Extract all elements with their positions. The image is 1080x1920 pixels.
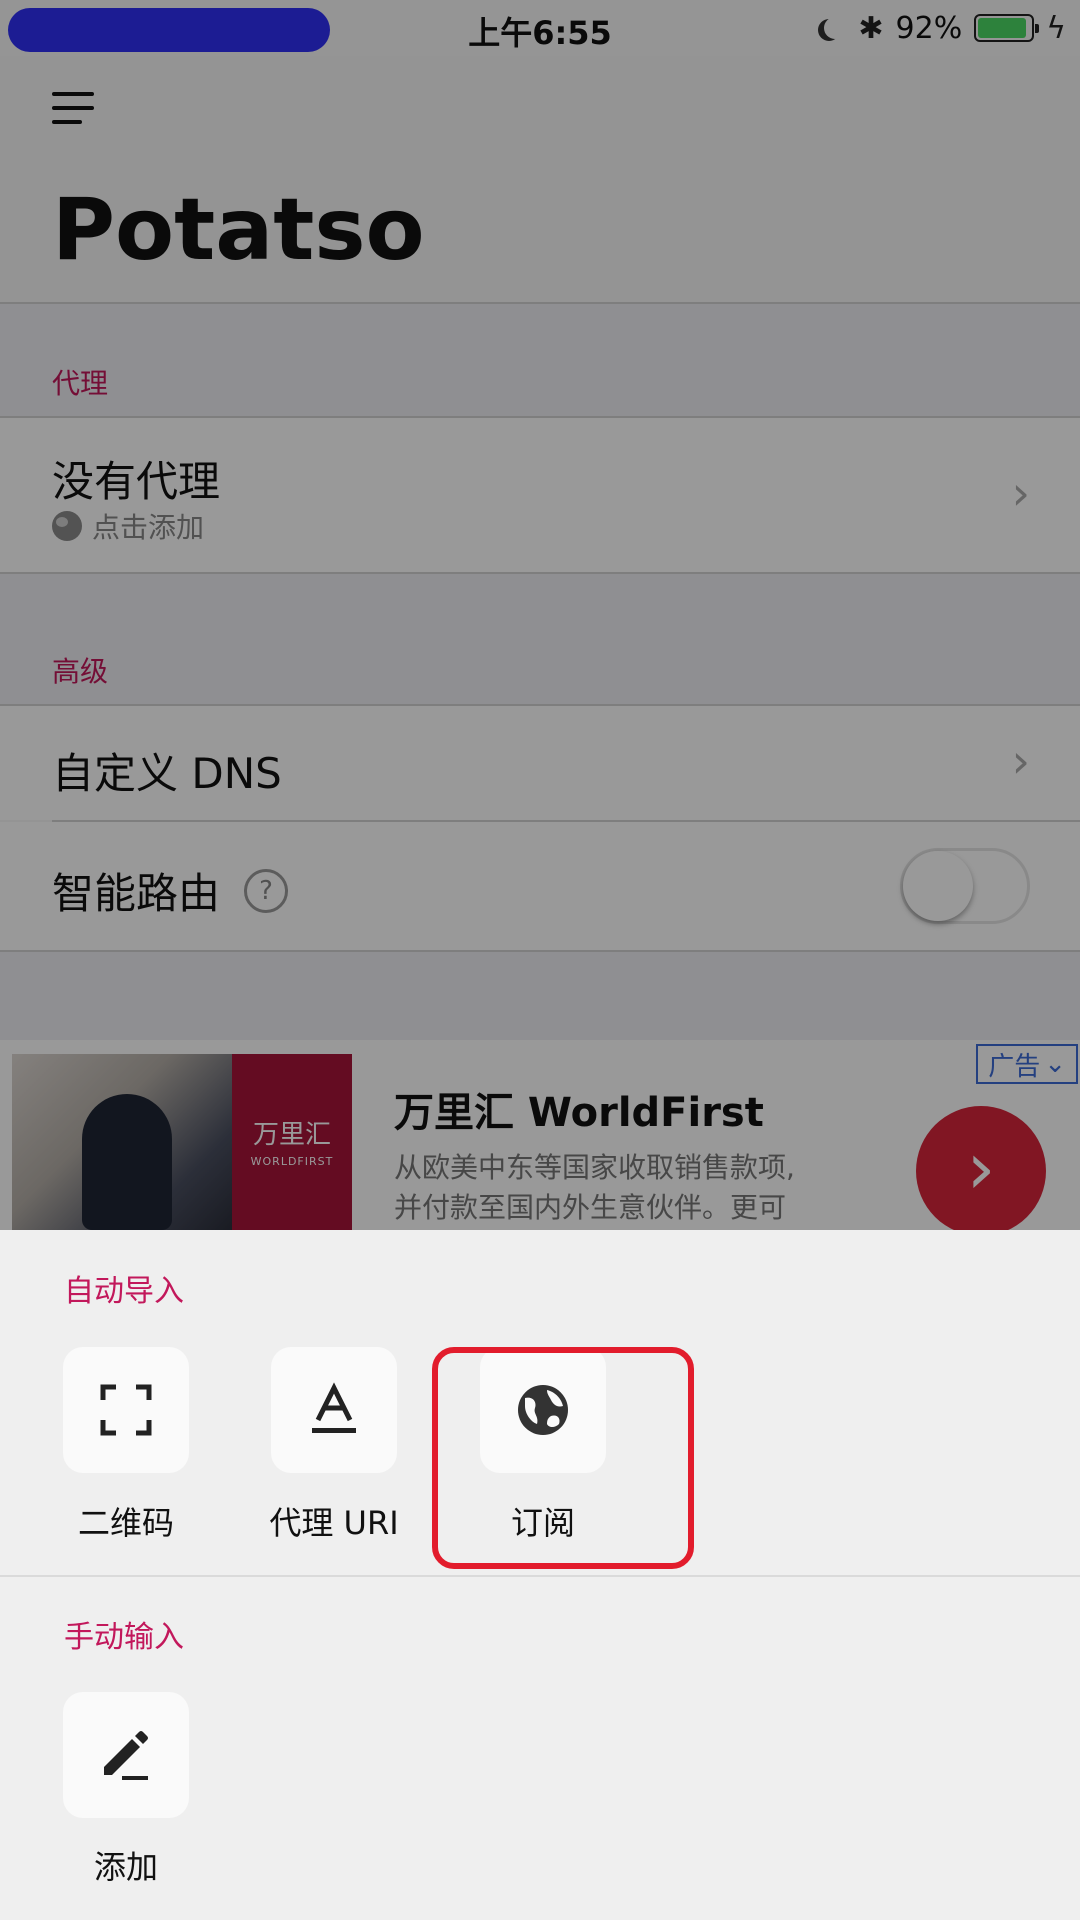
add-manual-label: 添加 [93, 1848, 158, 1886]
highlight-box [432, 1347, 694, 1569]
qr-code-button[interactable] [63, 1347, 189, 1473]
pencil-icon [104, 1731, 148, 1780]
qr-scan-icon [100, 1384, 152, 1436]
proxy-uri-button[interactable] [271, 1347, 397, 1473]
manual-input-label: 手动输入 [64, 1620, 184, 1655]
text-format-icon [312, 1382, 356, 1433]
qr-code-label: 二维码 [77, 1504, 174, 1542]
modal-overlay[interactable] [0, 0, 1080, 1230]
add-manual-button[interactable] [63, 1692, 189, 1818]
auto-import-label: 自动导入 [64, 1274, 184, 1309]
divider [0, 1575, 1080, 1577]
proxy-uri-label: 代理 URI [269, 1504, 399, 1542]
add-proxy-sheet: 自动导入 二维码 代理 URI 订阅 手动输入 添加 [0, 1230, 1080, 1920]
